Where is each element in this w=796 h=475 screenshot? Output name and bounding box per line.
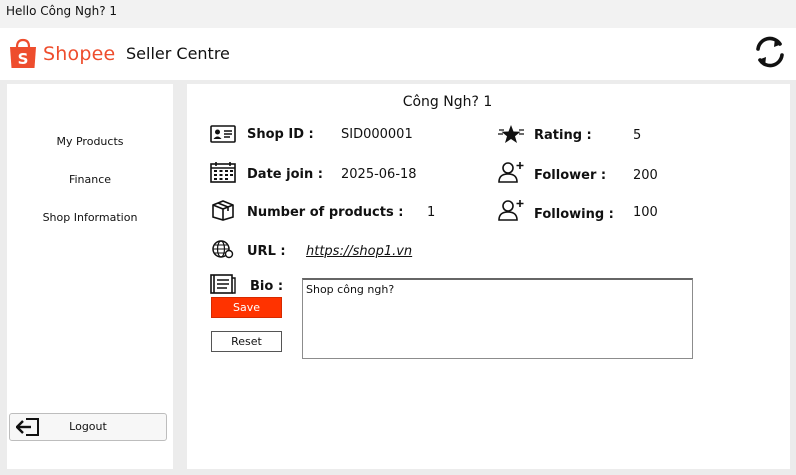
save-button[interactable]: Save — [211, 297, 282, 318]
shop-info-panel: Công Ngh? 1 Shop ID : SID000001 Date joi… — [187, 84, 790, 469]
logout-button[interactable]: Logout — [9, 413, 167, 441]
following-value: 100 — [633, 205, 658, 220]
date-join-value: 2025-06-18 — [341, 167, 417, 182]
notebook-icon — [210, 274, 236, 294]
calendar-icon — [210, 162, 236, 183]
number-of-products-value: 1 — [427, 205, 436, 220]
window-title: Hello Công Ngh? 1 — [0, 0, 796, 28]
refresh-icon[interactable] — [752, 34, 788, 70]
logout-label: Logout — [69, 420, 107, 433]
star-rating-icon — [498, 125, 524, 143]
web-icon — [212, 240, 234, 259]
shop-url-link[interactable]: https://shop1.vn — [306, 244, 412, 259]
sidebar: My Products Finance Shop Information Log… — [7, 84, 173, 469]
shopee-logo: S Shopee — [8, 38, 115, 70]
date-join-label: Date join : — [247, 167, 323, 182]
bio-textarea[interactable] — [302, 278, 693, 359]
id-card-icon — [210, 125, 236, 143]
bio-label: Bio : — [250, 279, 284, 294]
shop-id-value: SID000001 — [341, 127, 413, 142]
number-of-products-label: Number of products : — [247, 205, 404, 220]
shopee-bag-icon: S — [10, 38, 36, 68]
header-title: Seller Centre — [126, 44, 230, 63]
following-icon — [498, 200, 524, 221]
follower-value: 200 — [633, 168, 658, 183]
box-icon — [212, 200, 234, 221]
sidebar-item-my-products[interactable]: My Products — [7, 128, 173, 156]
shop-name: Công Ngh? 1 — [402, 94, 493, 110]
follower-label: Follower : — [534, 168, 607, 183]
reset-button[interactable]: Reset — [211, 331, 282, 352]
following-label: Following : — [534, 207, 614, 222]
svg-text:S: S — [18, 50, 29, 68]
sidebar-item-shop-information[interactable]: Shop Information — [7, 204, 173, 232]
follower-icon — [498, 162, 524, 183]
rating-value: 5 — [633, 128, 642, 143]
shop-id-label: Shop ID : — [247, 127, 314, 142]
sidebar-item-finance[interactable]: Finance — [7, 166, 173, 194]
brand-name: Shopee — [43, 43, 116, 65]
app-header: S Shopee Seller Centre — [0, 28, 796, 80]
rating-label: Rating : — [534, 128, 592, 143]
url-label: URL : — [247, 244, 286, 259]
